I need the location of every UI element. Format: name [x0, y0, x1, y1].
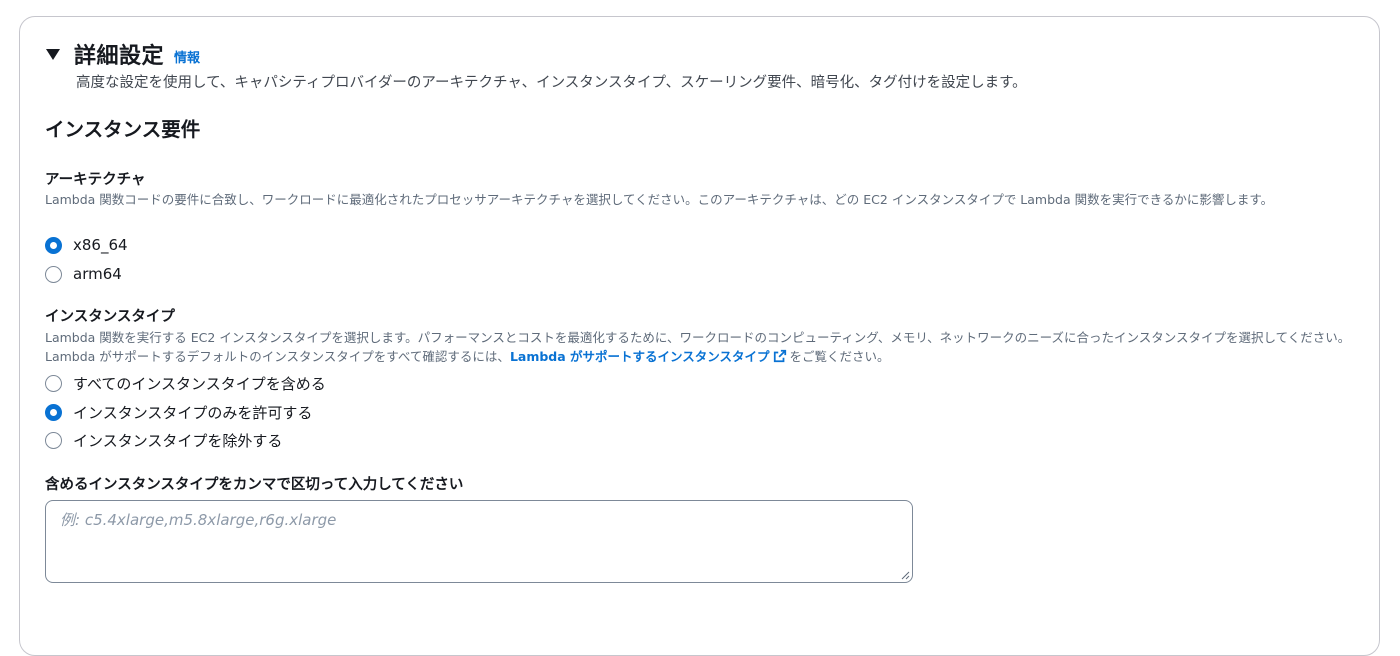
supported-instance-types-link[interactable]: Lambda がサポートするインスタンスタイプ: [510, 349, 790, 364]
include-types-textarea-container[interactable]: [45, 500, 913, 583]
radio-button[interactable]: [45, 265, 62, 283]
external-link-icon[interactable]: [773, 349, 787, 363]
instance-requirements-heading: インスタンス要件: [45, 118, 201, 141]
include-types-label: 含めるインスタンスタイプをカンマで区切って入力してください: [45, 477, 464, 493]
radio-option-include-all[interactable]: すべてのインスタンスタイプを含める: [45, 371, 326, 395]
include-types-textarea[interactable]: [46, 501, 912, 582]
radio-label: arm64: [73, 265, 122, 283]
section-description: 高度な設定を使用して、キャパシティプロバイダーのアーキテクチャ、インスタンスタイ…: [76, 75, 1027, 91]
radio-label: すべてのインスタンスタイプを含める: [73, 374, 326, 393]
radio-label: インスタンスタイプを除外する: [73, 431, 283, 450]
link-text[interactable]: Lambda がサポートするインスタンスタイプ: [510, 349, 770, 364]
info-link[interactable]: 情報: [174, 47, 200, 66]
instance-type-description-suffix: をご覧ください。: [789, 349, 890, 364]
architecture-description: Lambda 関数コードの要件に合致し、ワークロードに最適化されたプロセッサアー…: [45, 192, 1274, 207]
radio-button[interactable]: [45, 431, 62, 449]
radio-label: インスタンスタイプのみを許可する: [73, 403, 313, 422]
radio-option-allow-only[interactable]: インスタンスタイプのみを許可する: [45, 400, 312, 424]
section-title[interactable]: 詳細設定: [74, 38, 164, 70]
radio-label: x86_64: [73, 236, 128, 254]
radio-button[interactable]: [45, 374, 62, 392]
instance-type-label: インスタンスタイプ: [45, 309, 175, 325]
caret-down-icon[interactable]: [46, 48, 60, 60]
architecture-label: アーキテクチャ: [45, 172, 146, 188]
radio-option-arm64[interactable]: arm64: [45, 262, 122, 286]
radio-option-exclude[interactable]: インスタンスタイプを除外する: [45, 428, 282, 452]
radio-option-x86-64[interactable]: x86_64: [45, 233, 128, 257]
instance-type-description: Lambda 関数を実行する EC2 インスタンスタイプを選択します。パフォーマ…: [45, 328, 1355, 366]
section-header[interactable]: 詳細設定 情報: [46, 39, 200, 69]
resize-grip-icon[interactable]: [900, 570, 910, 580]
advanced-settings-panel: 詳細設定 情報 高度な設定を使用して、キャパシティプロバイダーのアーキテクチャ、…: [19, 16, 1380, 656]
radio-button-checked[interactable]: [45, 403, 62, 421]
radio-button-checked[interactable]: [45, 236, 62, 254]
